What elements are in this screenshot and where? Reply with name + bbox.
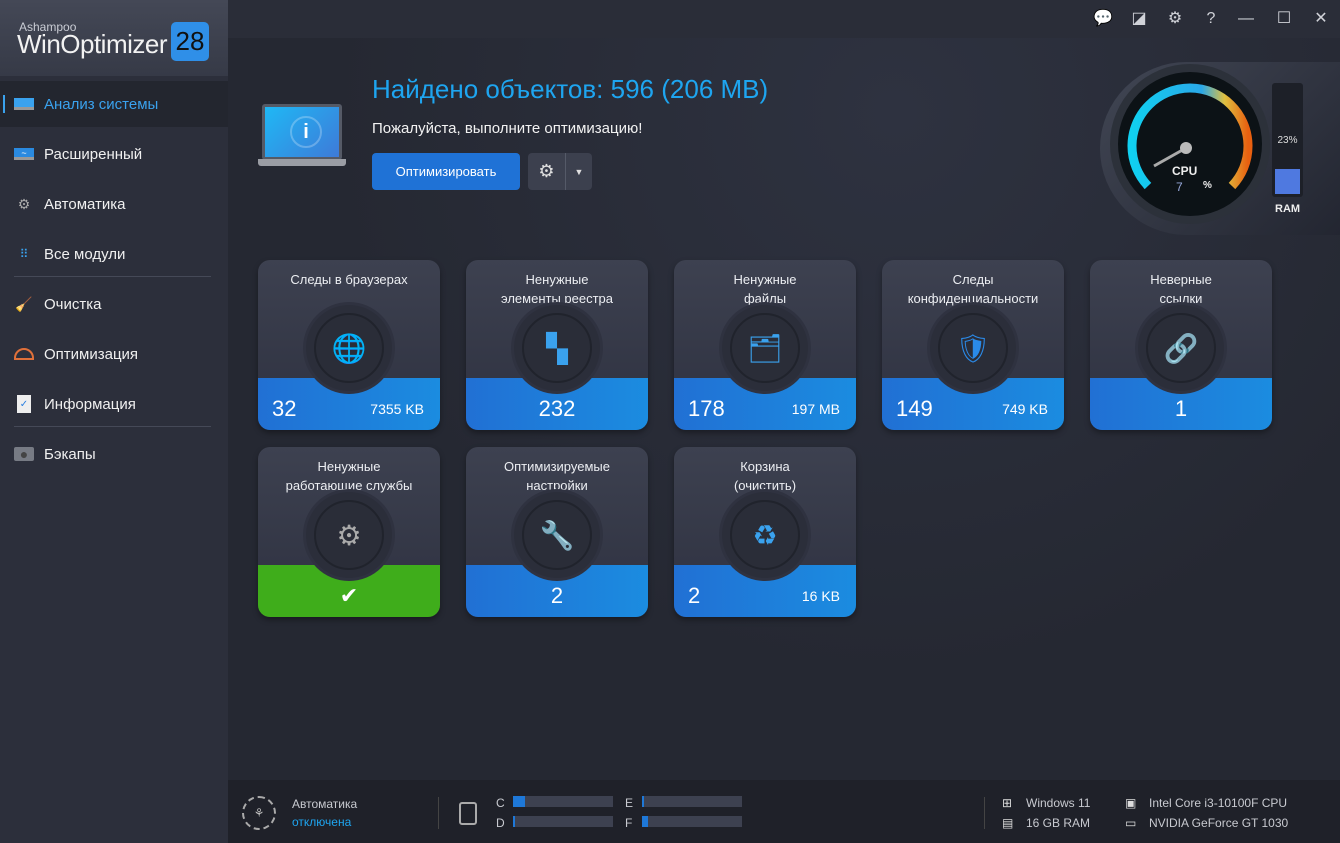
automation-status-link[interactable]: отключена (292, 815, 351, 829)
gpu-icon: ▭ (1125, 816, 1137, 830)
result-card[interactable]: Ненужные файлы 🗂 178 197 MB (674, 260, 856, 430)
card-title: Неверные ссылки (1150, 272, 1212, 306)
recycle-bin-icon: ♻ (730, 500, 800, 570)
skin-icon[interactable]: ◪ (1127, 8, 1151, 30)
drive-usage-bar (513, 796, 613, 807)
result-card[interactable]: Ненужные элементы реестра ▚ 232 (466, 260, 648, 430)
registry-blocks-icon: ▚ (522, 313, 592, 383)
drive-letter: F (625, 816, 633, 830)
card-size: 16 KB (801, 588, 840, 604)
minimize-button[interactable]: — (1234, 8, 1258, 30)
optimize-settings-split-button[interactable]: ⚙ ▼ (528, 153, 592, 190)
drive-letter: E (625, 796, 634, 810)
windows-icon: ⊞ (1002, 796, 1013, 810)
broom-icon: 🧹 (15, 295, 33, 312)
gears-icon: ⚙ (314, 500, 384, 570)
cpu-chip-icon: ▣ (1125, 796, 1137, 810)
sidebar-item-automation[interactable]: ⚙ Автоматика (0, 181, 228, 227)
card-size: 7355 KB (370, 401, 424, 417)
card-title: Корзина (очистить) (733, 459, 797, 493)
card-size: 197 MB (791, 401, 840, 417)
file-tray-icon: 🗂 (730, 313, 800, 383)
result-card[interactable]: Неверные ссылки 🔗 1 (1090, 260, 1272, 430)
close-button[interactable]: ✕ (1309, 8, 1333, 30)
drive-usage-bar (642, 796, 742, 807)
maximize-button[interactable]: ☐ (1272, 8, 1296, 30)
result-card[interactable]: Оптимизируемые настройки 🔧 2 (466, 447, 648, 617)
card-count: ✔ (339, 583, 359, 608)
page-title: Найдено объектов: 596 (206 MB) (372, 74, 769, 104)
broken-link-icon: 🔗 (1146, 313, 1216, 383)
card-title: Ненужные файлы (733, 272, 797, 306)
gear-play-icon: ⚙ (17, 195, 31, 212)
cpu-gauge: CPU 7 % (1118, 72, 1262, 216)
clipboard-icon: ✓ (17, 395, 31, 413)
divider (14, 276, 211, 277)
feedback-icon[interactable]: 💬 (1091, 8, 1115, 30)
sidebar-item-optimization[interactable]: Оптимизация (0, 331, 228, 377)
cpu-gauge-arc (1127, 83, 1253, 190)
laptop-info-icon: i (258, 102, 346, 168)
divider (14, 426, 211, 427)
drive-usage-bar (642, 816, 742, 827)
grid-icon: ⠿ (19, 247, 29, 261)
laptop-icon (14, 98, 34, 110)
drive-letter: D (496, 816, 505, 830)
card-title: Ненужные работающие службы (285, 459, 413, 493)
card-title: Следы в браузерах (290, 272, 408, 287)
card-count: 232 (538, 396, 576, 421)
backup-drive-icon: ● (14, 446, 34, 462)
card-count: 1 (1174, 396, 1188, 421)
sidebar-item-backups[interactable]: ● Бэкапы (0, 431, 228, 477)
sidebar-item-system-analysis[interactable]: Анализ системы (0, 81, 228, 127)
card-title: Ненужные элементы реестра (500, 272, 614, 306)
status-message: Пожалуйста, выполните оптимизацию! (372, 120, 643, 137)
drive-usage-bar (513, 816, 613, 827)
title-bar: 💬 ◪ ⚙ ? — ☐ ✕ (228, 0, 1340, 38)
shield-user-icon: 🛡 (938, 313, 1008, 383)
automation-icon: ⚘ (242, 796, 276, 830)
drive-icon (459, 802, 477, 825)
card-title: Следы конфиденциальности (907, 272, 1039, 306)
sidebar-item-all-modules[interactable]: ⠿ Все модули (0, 231, 228, 277)
ram-meter: 23% (1272, 83, 1303, 197)
card-count: 2 (550, 583, 564, 608)
result-card[interactable]: Следы в браузерах 🌐 32 7355 KB (258, 260, 440, 430)
card-count: 149 (896, 396, 933, 421)
card-size: 749 KB (1002, 401, 1048, 417)
ram-fill (1275, 169, 1300, 194)
chevron-down-icon[interactable]: ▼ (566, 153, 592, 190)
optimize-button[interactable]: Оптимизировать (372, 153, 520, 190)
globe-cursor-icon: 🌐 (314, 313, 384, 383)
result-card[interactable]: Корзина (очистить) ♻ 2 16 KB (674, 447, 856, 617)
help-icon[interactable]: ? (1199, 8, 1223, 30)
card-title: Оптимизируемые настройки (504, 459, 610, 493)
speedometer-icon (14, 348, 34, 360)
sidebar-item-advanced[interactable]: ~ Расширенный (0, 131, 228, 177)
sidebar-item-cleanup[interactable]: 🧹 Очистка (0, 281, 228, 327)
sidebar: Ashampoo WinOptimizer 28 Анализ системы … (0, 0, 228, 843)
ram-icon: ▤ (1002, 816, 1014, 830)
result-card[interactable]: Следы конфиденциальности 🛡 149 749 KB (882, 260, 1064, 430)
status-bar: ⚘ Автоматика отключена C D E F ⊞ Windows… (228, 780, 1340, 843)
result-card[interactable]: Ненужные работающие службы ⚙ ✔ (258, 447, 440, 617)
gear-icon[interactable]: ⚙ (528, 153, 566, 190)
card-count: 178 (688, 396, 725, 421)
drive-letter: C (496, 796, 505, 810)
card-count: 2 (688, 583, 701, 608)
settings-gear-icon[interactable]: ⚙ (1163, 8, 1187, 30)
monitor-chart-icon: ~ (14, 148, 34, 160)
app-logo: Ashampoo WinOptimizer 28 (0, 0, 228, 76)
card-count: 32 (272, 396, 297, 421)
wrench-icon: 🔧 (522, 500, 592, 570)
sidebar-item-information[interactable]: ✓ Информация (0, 381, 228, 427)
